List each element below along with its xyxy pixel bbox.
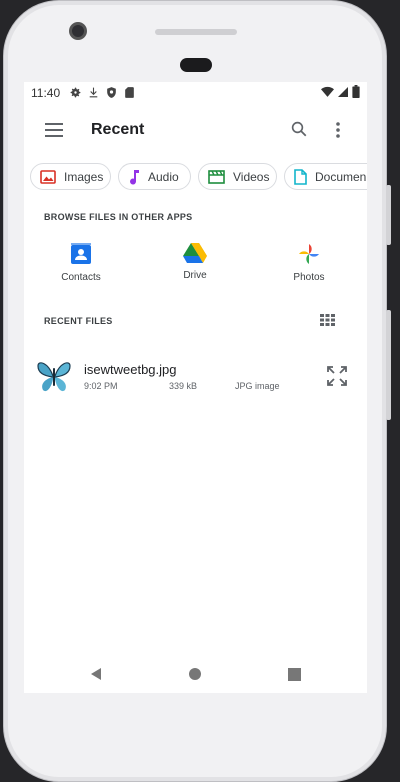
movie-icon bbox=[208, 169, 225, 184]
chip-label: Images bbox=[64, 169, 104, 184]
signal-icon bbox=[337, 86, 349, 101]
proximity-sensor bbox=[180, 58, 212, 72]
file-type: JPG image bbox=[235, 381, 280, 391]
contacts-icon bbox=[71, 243, 91, 264]
app-contacts[interactable]: Contacts bbox=[51, 242, 111, 283]
status-right bbox=[321, 85, 360, 101]
app-drive[interactable]: Drive bbox=[165, 242, 225, 281]
chip-audio[interactable]: Audio bbox=[118, 163, 191, 190]
page-title: Recent bbox=[91, 121, 145, 138]
grid-view-icon[interactable] bbox=[315, 308, 339, 332]
drive-icon bbox=[183, 243, 207, 263]
butterfly-thumbnail bbox=[36, 358, 72, 394]
wifi-icon bbox=[321, 86, 334, 101]
front-camera bbox=[69, 22, 87, 40]
home-icon[interactable] bbox=[183, 662, 207, 686]
earpiece-speaker bbox=[155, 29, 237, 35]
recents-icon[interactable] bbox=[282, 662, 306, 686]
app-toolbar: Recent bbox=[24, 110, 367, 150]
file-name: isewtweetbg.jpg bbox=[84, 362, 177, 377]
file-size: 339 kB bbox=[169, 381, 198, 391]
app-label: Drive bbox=[183, 270, 207, 281]
power-button bbox=[386, 310, 391, 420]
chip-label: Audio bbox=[148, 169, 179, 184]
recent-heading: RECENT FILES bbox=[44, 316, 113, 326]
app-label: Photos bbox=[293, 272, 325, 283]
search-icon[interactable] bbox=[287, 117, 311, 141]
screen: 11:40 Recent Images Audio Videos Documen… bbox=[24, 82, 367, 693]
chip-label: Videos bbox=[233, 169, 270, 184]
app-label: Contacts bbox=[61, 272, 101, 283]
category-chips: Images Audio Videos Documen bbox=[30, 163, 367, 191]
document-icon bbox=[294, 168, 307, 185]
shield-icon bbox=[105, 86, 119, 100]
battery-icon bbox=[352, 85, 360, 101]
chip-documents[interactable]: Documen bbox=[284, 163, 367, 190]
browse-heading: BROWSE FILES IN OTHER APPS bbox=[44, 212, 193, 222]
chip-label: Documen bbox=[315, 169, 367, 184]
app-photos[interactable]: Photos bbox=[279, 242, 339, 283]
photos-icon bbox=[299, 244, 319, 264]
chip-videos[interactable]: Videos bbox=[198, 163, 277, 190]
volume-button bbox=[386, 185, 391, 245]
file-time: 9:02 PM bbox=[84, 381, 118, 391]
system-nav-bar bbox=[24, 662, 367, 686]
list-item[interactable]: isewtweetbg.jpg 9:02 PM 339 kB JPG image bbox=[24, 352, 367, 400]
status-bar: 11:40 bbox=[24, 82, 367, 104]
image-icon bbox=[40, 169, 56, 184]
expand-icon[interactable] bbox=[325, 364, 349, 388]
music-note-icon bbox=[130, 169, 139, 185]
sd-card-icon bbox=[123, 86, 137, 100]
more-options-icon[interactable] bbox=[326, 118, 350, 142]
settings-icon bbox=[69, 86, 83, 100]
back-icon[interactable] bbox=[84, 662, 108, 686]
chip-images[interactable]: Images bbox=[30, 163, 111, 190]
download-icon bbox=[87, 86, 101, 100]
menu-icon[interactable] bbox=[42, 118, 66, 142]
status-time: 11:40 bbox=[31, 86, 61, 100]
